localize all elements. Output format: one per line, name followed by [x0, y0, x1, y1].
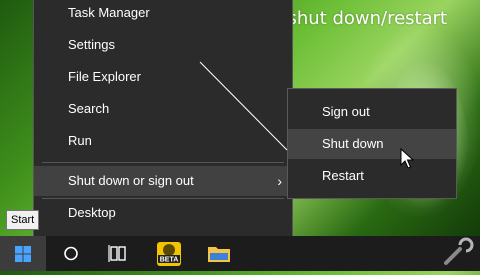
search-circle-icon	[64, 246, 78, 261]
menu-item-file-explorer[interactable]: File Explorer	[34, 62, 292, 92]
task-view-icon	[108, 245, 126, 262]
menu-item-run[interactable]: Run	[34, 126, 292, 156]
submenu-item-label: Restart	[322, 168, 364, 183]
winx-menu: Task Manager Settings File Explorer Sear…	[33, 0, 293, 237]
app-beta-button[interactable]: BETA	[146, 236, 192, 271]
folder-icon	[208, 247, 230, 262]
taskbar: BETA	[0, 236, 480, 271]
file-explorer-button[interactable]	[196, 236, 242, 271]
menu-item-shut-down-or-sign-out[interactable]: Shut down or sign out ›	[34, 166, 292, 196]
search-button[interactable]	[48, 236, 94, 271]
chevron-right-icon: ›	[277, 173, 282, 189]
menu-item-label: Run	[68, 133, 92, 148]
menu-item-settings[interactable]: Settings	[34, 30, 292, 60]
submenu-item-label: Shut down	[322, 136, 384, 151]
mouse-pointer-icon	[400, 148, 414, 169]
beta-app-icon: BETA	[157, 242, 181, 266]
menu-item-label: Desktop	[68, 205, 116, 220]
menu-item-task-manager[interactable]: Task Manager	[34, 0, 292, 28]
submenu-item-sign-out[interactable]: Sign out	[288, 97, 456, 127]
windows-logo-icon	[15, 246, 31, 262]
menu-item-label: File Explorer	[68, 69, 141, 84]
shutdown-submenu: Sign out Shut down Restart	[287, 88, 457, 199]
watermark-logo-icon	[444, 237, 474, 265]
start-button[interactable]	[0, 236, 46, 271]
menu-item-search[interactable]: Search	[34, 94, 292, 124]
menu-item-label: Settings	[68, 37, 115, 52]
submenu-item-label: Sign out	[322, 104, 370, 119]
start-tooltip: Start	[6, 210, 40, 230]
menu-item-label: Shut down or sign out	[68, 173, 194, 188]
submenu-item-restart[interactable]: Restart	[288, 161, 456, 191]
menu-separator	[42, 162, 284, 163]
task-view-button[interactable]	[94, 236, 140, 271]
menu-item-label: Task Manager	[68, 5, 150, 20]
submenu-item-shut-down[interactable]: Shut down	[288, 129, 456, 159]
menu-item-label: Search	[68, 101, 110, 116]
menu-item-desktop[interactable]: Desktop	[34, 198, 292, 228]
beta-badge-text: BETA	[160, 257, 179, 264]
